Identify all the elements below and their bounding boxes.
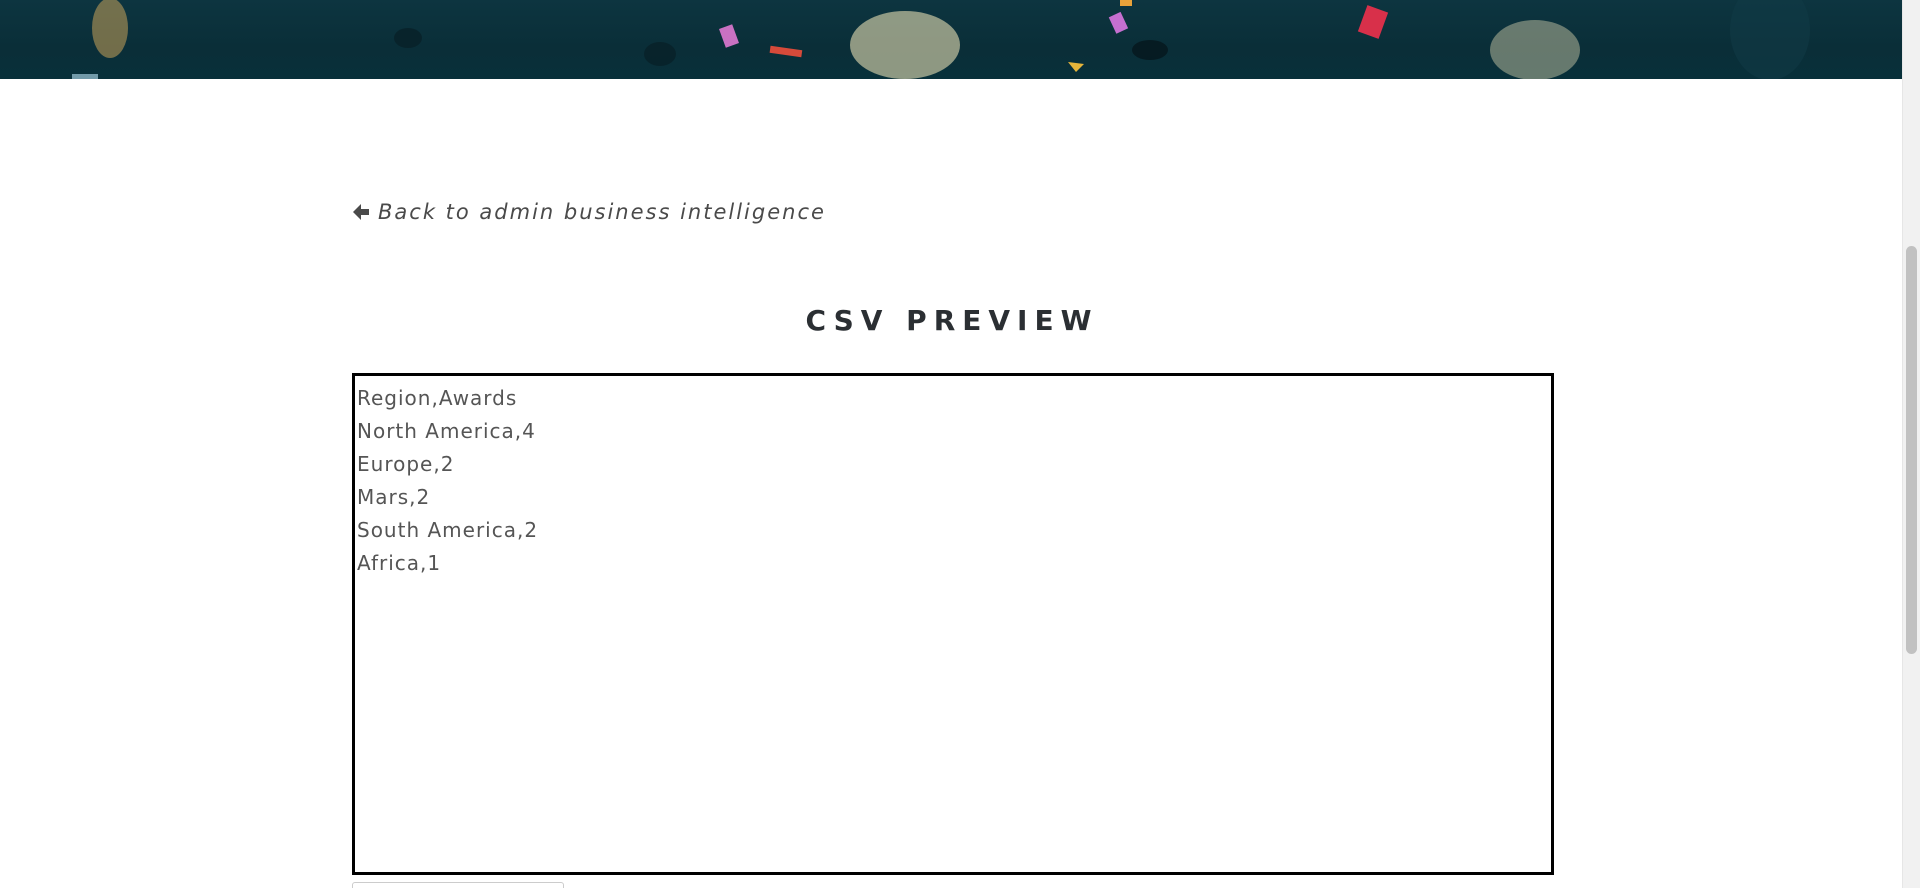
partial-button[interactable]	[352, 882, 564, 888]
vertical-scrollbar[interactable]	[1902, 0, 1920, 888]
csv-line: North America,4	[357, 419, 536, 443]
back-to-admin-bi-link[interactable]: Back to admin business intelligence	[352, 200, 826, 224]
back-link-label: Back to admin business intelligence	[378, 200, 826, 224]
csv-preview-box[interactable]: Region,Awards North America,4 Europe,2 M…	[352, 373, 1554, 875]
arrow-left-icon	[353, 204, 369, 220]
csv-line: Region,Awards	[357, 386, 518, 410]
scrollbar-thumb[interactable]	[1906, 246, 1917, 654]
csv-line: Europe,2	[357, 452, 455, 476]
confetti-decoration	[72, 0, 1810, 79]
page: Back to admin business intelligence CSV …	[0, 0, 1920, 888]
csv-line: South America,2	[357, 518, 539, 542]
csv-line: Africa,1	[357, 551, 442, 575]
hero-banner	[0, 0, 1903, 79]
page-title: CSV PREVIEW	[805, 304, 1099, 337]
csv-line: Mars,2	[357, 485, 431, 509]
csv-lines: Region,Awards North America,4 Europe,2 M…	[355, 382, 1551, 580]
